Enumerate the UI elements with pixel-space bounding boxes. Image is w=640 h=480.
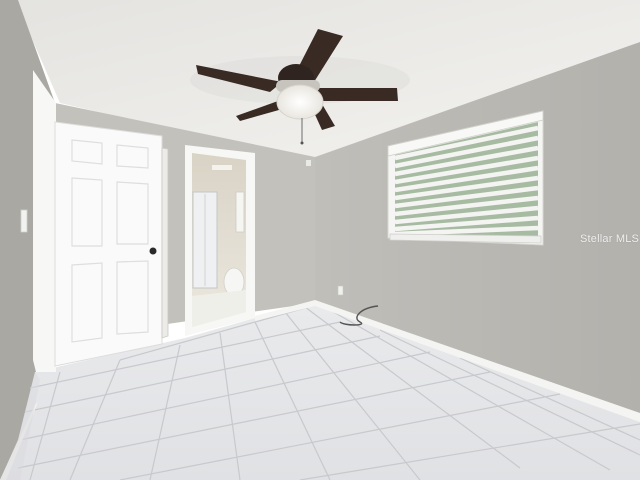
fan-light-globe — [276, 84, 324, 120]
fan-blade-right — [316, 88, 398, 101]
closet-louver — [161, 147, 169, 339]
wall-outlet — [337, 285, 344, 296]
left-door-frame — [33, 70, 56, 372]
open-door[interactable] — [54, 121, 163, 367]
watermark-stellar-mls: Stellar MLS — [580, 233, 640, 245]
bathroom-doorway[interactable] — [185, 145, 255, 336]
door-knob[interactable] — [149, 247, 157, 255]
bathroom-light — [212, 165, 232, 170]
bedroom-scene — [0, 0, 640, 480]
light-switch[interactable] — [20, 209, 28, 233]
bathroom-window — [235, 191, 245, 233]
wall-sensor — [306, 160, 311, 166]
